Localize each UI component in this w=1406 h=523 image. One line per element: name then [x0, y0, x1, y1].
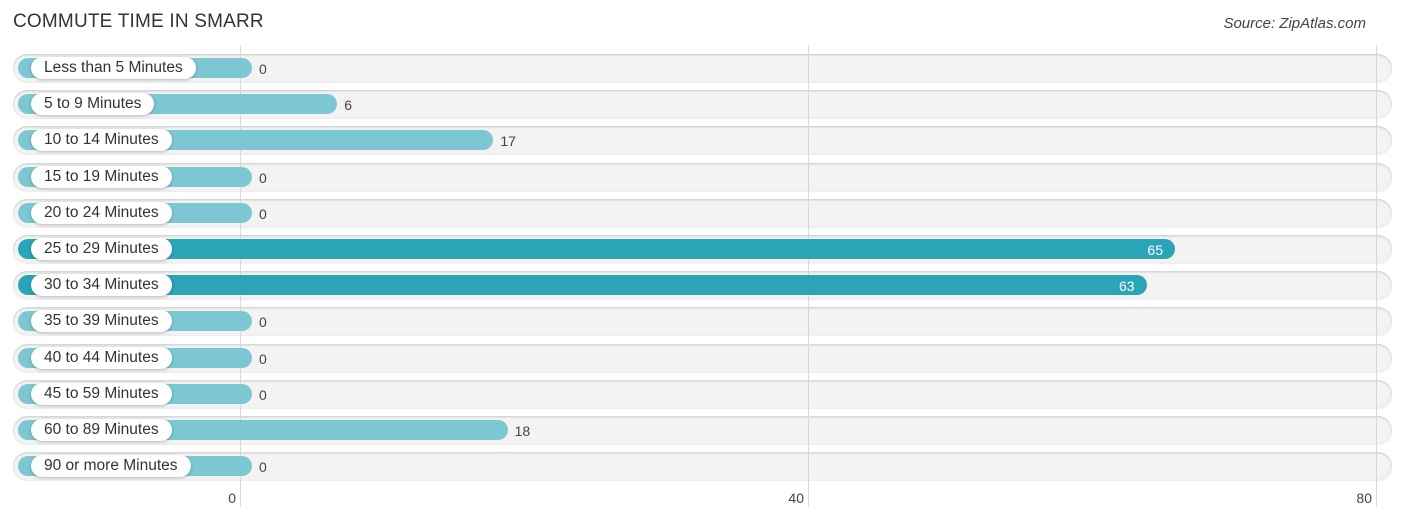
category-label: Less than 5 Minutes [31, 57, 196, 79]
category-label: 25 to 29 Minutes [31, 238, 172, 260]
value-label: 63 [1119, 278, 1135, 295]
value-label: 6 [344, 97, 352, 114]
value-label: 0 [259, 61, 267, 77]
category-label: 40 to 44 Minutes [31, 346, 172, 369]
value-label: 0 [259, 386, 267, 403]
value-label: 0 [259, 169, 267, 186]
value-label: 65 [1147, 242, 1163, 258]
bar-chart: 0 40 80 Less than 5 Minutes 0 5 to 9 Minutes 6… [0, 0, 1406, 523]
value-label: 0 [259, 350, 267, 367]
category-label: 35 to 39 Minutes [31, 310, 172, 333]
value-label: 18 [514, 423, 531, 439]
category-label: 60 to 89 Minutes [31, 419, 172, 441]
category-label: 90 or more Minutes [31, 455, 191, 478]
x-tick-label: 0 [228, 490, 236, 506]
bar[interactable] [18, 239, 1175, 259]
category-label: 20 to 24 Minutes [31, 201, 172, 224]
category-label: 30 to 34 Minutes [31, 274, 172, 297]
value-label: 0 [259, 314, 267, 331]
value-label: 0 [259, 459, 267, 476]
category-label: 5 to 9 Minutes [31, 93, 155, 116]
value-label: 0 [259, 205, 267, 222]
x-tick-label: 80 [1356, 490, 1372, 506]
value-label: 17 [500, 133, 516, 150]
category-label: 15 to 19 Minutes [31, 165, 172, 188]
bar[interactable] [18, 275, 1147, 296]
gridline [1376, 45, 1377, 507]
x-tick-label: 40 [788, 490, 804, 506]
category-label: 45 to 59 Minutes [31, 382, 172, 405]
category-label: 10 to 14 Minutes [31, 129, 172, 152]
